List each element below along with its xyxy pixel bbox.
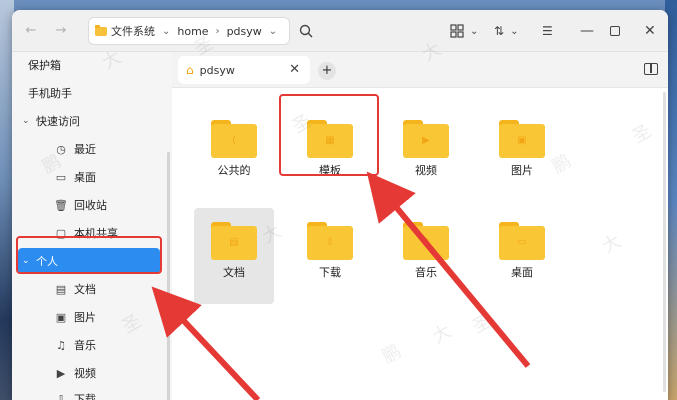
sidebar-item-downloads[interactable]: ⇩ 下载 — [12, 386, 168, 400]
sidebar-item-label: 音乐 — [74, 339, 96, 352]
share-icon: ⟨ — [232, 135, 236, 146]
titlebar: ← → 文件系统 ⌄ home › pdsyw ⌄ ⌄ ⇅ ⌄ ☰ — ✕ — [12, 10, 668, 52]
sidebar-item-label: 手机助手 — [28, 87, 72, 100]
forward-arrow-icon[interactable]: → — [52, 22, 70, 40]
path-segment[interactable]: home — [177, 25, 208, 38]
folder-item[interactable]: ▣ 图片 — [482, 106, 562, 202]
folder-item[interactable]: ▭ 桌面 — [482, 208, 562, 304]
music-icon: ♫ — [56, 338, 66, 352]
address-bar[interactable]: 文件系统 ⌄ home › pdsyw ⌄ — [88, 17, 290, 45]
sidebar-item-quick-access[interactable]: ⌄ 快速访问 — [12, 108, 168, 134]
folder-label: 图片 — [511, 164, 533, 177]
highlight-box — [16, 236, 162, 274]
chevron-right-icon[interactable]: › — [216, 26, 220, 37]
desktop-icon: ▭ — [517, 237, 527, 248]
image-icon: ▣ — [55, 310, 67, 324]
folder-label: 桌面 — [511, 266, 533, 279]
download-icon: ⇩ — [325, 237, 335, 248]
video-icon: ▶ — [56, 366, 66, 380]
tab-pdsyw[interactable]: ⌂ pdsyw ✕ — [178, 56, 310, 84]
chevron-down-icon[interactable]: ⌄ — [470, 26, 478, 37]
folder-icon: ⇩ — [307, 222, 353, 260]
tab-bar: ⌂ pdsyw ✕ + — [172, 52, 668, 88]
folder-label: 音乐 — [415, 266, 437, 279]
chevron-down-icon[interactable]: ⌄ — [510, 26, 518, 37]
sidebar-item-label: 快速访问 — [36, 115, 80, 128]
sidebar-item-label: 桌面 — [74, 171, 96, 184]
sidebar-item-phone[interactable]: 手机助手 — [12, 80, 168, 106]
folder-icon: ▣ — [499, 120, 545, 158]
back-arrow-icon[interactable]: ← — [22, 22, 40, 40]
folder-item[interactable]: ♫ 音乐 — [386, 208, 466, 304]
folder-item[interactable]: ⇩ 下载 — [290, 208, 370, 304]
music-icon: ♫ — [421, 237, 431, 248]
file-manager-window: ← → 文件系统 ⌄ home › pdsyw ⌄ ⌄ ⇅ ⌄ ☰ — ✕ 保护… — [12, 10, 668, 400]
sidebar-item-recent[interactable]: ◷ 最近 — [12, 136, 168, 162]
folder-label: 视频 — [415, 164, 437, 177]
home-icon: ⌂ — [186, 63, 194, 77]
folder-icon: ▤ — [211, 222, 257, 260]
folder-icon: ▭ — [499, 222, 545, 260]
sidebar-item-videos[interactable]: ▶ 视频 — [12, 360, 168, 386]
sidebar-item-vault[interactable]: 保护箱 — [12, 52, 168, 78]
chevron-down-icon[interactable]: ⌄ — [269, 26, 277, 37]
clock-icon: ◷ — [56, 142, 66, 156]
close-tab-icon[interactable]: ✕ — [289, 62, 300, 77]
folder-item[interactable]: ▤ 文档 — [194, 208, 274, 304]
chevron-down-icon[interactable]: ⌄ — [162, 26, 170, 37]
sidebar-scrollbar[interactable] — [167, 152, 170, 400]
image-icon: ▣ — [517, 135, 527, 146]
search-icon[interactable] — [298, 23, 314, 39]
close-icon[interactable]: ✕ — [644, 23, 656, 39]
sidebar: 保护箱 手机助手 ⌄ 快速访问 ◷ 最近 ▭ 桌面 🗑 回收站 ▢ 本机共享 ⌄… — [12, 52, 172, 400]
sidebar-item-label: 回收站 — [74, 199, 107, 212]
folder-icon: ⟨ — [211, 120, 257, 158]
sidebar-item-pictures[interactable]: ▣ 图片 — [12, 304, 168, 330]
sidebar-item-label: 图片 — [74, 311, 96, 324]
document-icon: ▤ — [229, 237, 239, 248]
sidebar-item-label: 下载 — [74, 393, 96, 400]
maximize-icon[interactable] — [610, 23, 620, 39]
side-panel-icon[interactable] — [644, 63, 658, 75]
tab-label: pdsyw — [199, 63, 235, 77]
sidebar-item-desktop[interactable]: ▭ 桌面 — [12, 164, 168, 190]
main-panel: ⌂ pdsyw ✕ + ⟨ 公共的 ▦ 模板 ▶ 视频 ▣ 图片 ▤ 文档 ⇩ … — [172, 52, 668, 400]
folder-label: 公共的 — [217, 164, 251, 177]
folder-label: 下载 — [319, 266, 341, 279]
sidebar-item-label: 视频 — [74, 367, 96, 380]
folder-label: 文档 — [223, 266, 245, 279]
sort-icon[interactable]: ⇅ ⌄ — [494, 23, 518, 39]
folder-icon — [95, 24, 107, 36]
grid-view-icon[interactable]: ⌄ — [450, 23, 478, 39]
sidebar-item-label: 保护箱 — [28, 59, 61, 72]
sidebar-item-trash[interactable]: 🗑 回收站 — [12, 192, 168, 218]
trash-icon: 🗑 — [54, 198, 68, 212]
main-scrollbar[interactable] — [663, 92, 666, 392]
chevron-down-icon[interactable]: ⌄ — [22, 116, 32, 126]
folder-grid: ⟨ 公共的 ▦ 模板 ▶ 视频 ▣ 图片 ▤ 文档 ⇩ 下载 ♫ 音乐 ▭ 桌面 — [172, 88, 662, 400]
path-segment[interactable]: pdsyw — [227, 25, 262, 38]
add-tab-button[interactable]: + — [318, 62, 336, 80]
sidebar-item-label: 最近 — [74, 143, 96, 156]
document-icon: ▤ — [55, 282, 67, 296]
folder-icon: ♫ — [403, 222, 449, 260]
path-segment[interactable]: 文件系统 — [111, 23, 155, 39]
sidebar-item-label: 文档 — [74, 283, 96, 296]
minimize-icon[interactable]: — — [580, 23, 594, 39]
folder-item[interactable]: ▶ 视频 — [386, 106, 466, 202]
highlight-box — [279, 94, 379, 176]
monitor-icon: ▭ — [55, 170, 67, 184]
folder-item[interactable]: ⟨ 公共的 — [194, 106, 274, 202]
menu-icon[interactable]: ☰ — [542, 23, 553, 39]
folder-icon: ▶ — [403, 120, 449, 158]
download-icon: ⇩ — [56, 392, 66, 400]
sidebar-item-music[interactable]: ♫ 音乐 — [12, 332, 168, 358]
video-icon: ▶ — [422, 135, 430, 146]
sidebar-item-documents[interactable]: ▤ 文档 — [12, 276, 168, 302]
